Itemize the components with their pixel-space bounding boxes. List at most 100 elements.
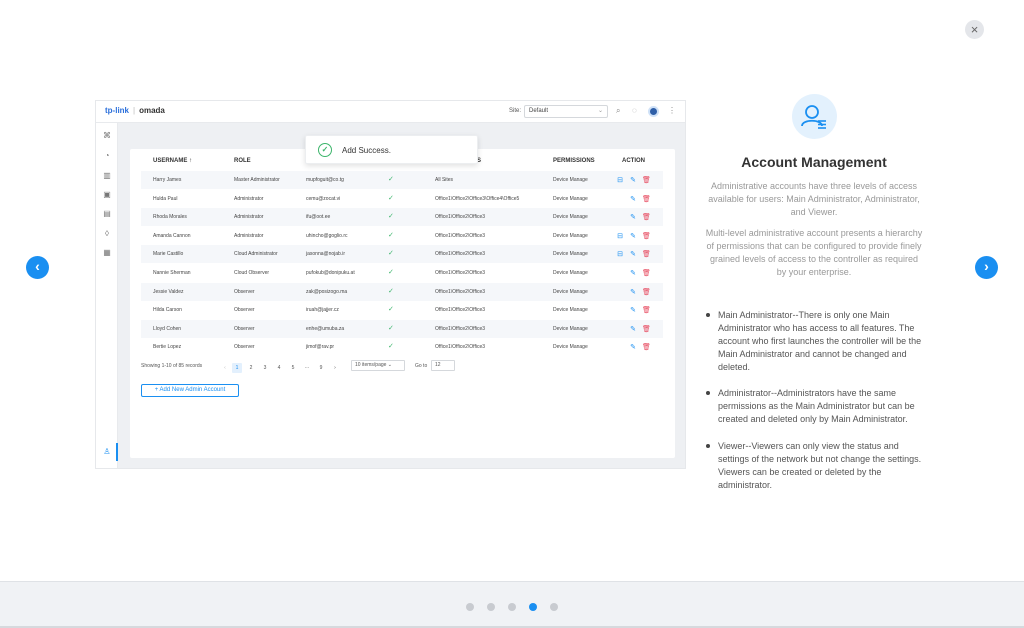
delete-icon: 🗑	[642, 270, 651, 277]
preview-site-label: Site:	[509, 108, 522, 114]
cell-sites: All Sites	[435, 177, 454, 183]
cell-permission: Device Manage	[553, 177, 588, 183]
pager-page: 9	[319, 365, 323, 371]
cell-email: jasonna@nojab.ir	[306, 251, 345, 258]
table-row: Hulda Paul Administrator cemu@zocat.vi Offi…	[141, 190, 663, 208]
edit-icon: ✎	[630, 270, 636, 277]
slide-dot-3[interactable]	[508, 603, 516, 611]
goto-input: 12	[431, 360, 455, 371]
delete-icon: 🗑	[642, 325, 651, 333]
table-row: Amanda Cannon Administrator uhincho@goglio…	[141, 227, 663, 245]
pager-ellipsis: ···	[304, 365, 310, 371]
cell-email: pufokub@donipuku.at	[306, 270, 355, 276]
table-row: Marie Castillo Cloud Administrator jasonna…	[141, 245, 663, 264]
cell-email: zak@posizogo.ma	[306, 288, 348, 295]
status-check-icon: ✓	[388, 287, 394, 295]
role-administrator: Administrator--Administrators have the s…	[705, 387, 927, 426]
table-row: Nannie Sherman Cloud Observer pufokub@doni…	[141, 264, 663, 282]
cell-email: iruah@jajjer.cz	[306, 307, 339, 314]
table-row: Lloyd Cohen Observer enhe@umuba.za Office1\…	[141, 319, 663, 338]
cell-sites: Office1\Office2\Office3	[435, 307, 486, 314]
edit-icon: ✎	[630, 344, 636, 352]
delete-icon: 🗑	[642, 214, 651, 222]
preview-topbar: tp-link | omada Site: Default ⌄ ⌕ ◌ ⋮	[96, 101, 685, 123]
log-icon: ▦	[103, 248, 111, 257]
cell-permission: Device Manage	[553, 232, 588, 239]
cell-username: Bertie Lopez	[153, 344, 182, 351]
cell-email: enhe@umuba.za	[306, 325, 345, 332]
cell-sites: Office1\Office2\Office3	[435, 214, 486, 221]
status-check-icon: ✓	[388, 194, 394, 202]
close-button[interactable]: ×	[965, 20, 984, 39]
cell-permission: Device Manage	[553, 307, 588, 314]
feature-title: Account Management	[741, 154, 887, 170]
delete-icon: 🗑	[642, 344, 651, 352]
slide-dot-5[interactable]	[550, 603, 558, 611]
add-admin-account-button: + Add New Admin Account	[141, 384, 239, 397]
edit-icon: ✎	[630, 195, 636, 203]
dashboard-icon: ⌘	[103, 131, 111, 140]
cell-permission: Device Manage	[553, 288, 588, 295]
cell-permission: Device Manage	[553, 325, 588, 332]
pager-page: 4	[277, 365, 281, 371]
previous-slide-button[interactable]: ‹	[26, 256, 49, 279]
preview-sidebar: ⌘ ◔ ▥ ▣ ▤ ◊ ▦ ♙ ⚙	[96, 123, 118, 468]
cell-username: Hilda Carson	[153, 307, 182, 314]
next-slide-button[interactable]: ›	[975, 256, 998, 279]
goto-label: Go to	[415, 363, 428, 369]
records-count: Showing 1-10 of 85 records	[141, 363, 203, 369]
cell-username: Amanda Cannon	[153, 232, 191, 239]
cell-sites: Office1\Office2\Office3	[435, 288, 486, 295]
status-check-icon: ✓	[388, 343, 394, 351]
edit-icon: ✎	[630, 232, 636, 240]
edit-icon: ✎	[630, 177, 636, 184]
slide-dot-2[interactable]	[487, 603, 495, 611]
delete-icon: 🗑	[642, 177, 651, 184]
cell-role: Administrator	[234, 195, 264, 202]
success-check-icon: ✓	[318, 143, 332, 157]
edit-icon: ✎	[630, 251, 636, 259]
pager-page: 1	[232, 363, 242, 373]
cell-role: Master Administrator	[234, 177, 280, 183]
status-check-icon: ✓	[388, 213, 394, 221]
cell-sites: Office1\Office2\Office3\Office4\Office5	[435, 195, 520, 202]
cell-role: Observer	[234, 325, 255, 332]
feature-description-secondary: Multi-level administrative account prese…	[705, 228, 923, 277]
feature-intro-modal: × ‹ › tp-link | omada Site: Default ⌄ ⌕ ◌ ⋮…	[0, 0, 1024, 581]
toast-message: Add Success.	[342, 146, 391, 155]
slide-dot-4[interactable]	[529, 603, 537, 611]
cell-email: jimof@rav.pr	[306, 344, 335, 351]
delete-icon: 🗑	[642, 251, 651, 259]
cell-username: Rhoda Morales	[153, 214, 187, 221]
cell-sites: Office1\Office2\Office3	[435, 270, 486, 276]
account-icon: ♙	[103, 447, 111, 456]
cell-username: Harry James	[153, 177, 182, 183]
status-check-icon: ✓	[388, 176, 394, 183]
cell-permission: Device Manage	[553, 214, 588, 221]
edit-icon: ✎	[630, 307, 636, 315]
cell-username: Hulda Paul	[153, 195, 178, 202]
slide-dot-1[interactable]	[466, 603, 474, 611]
cell-sites: Office1\Office2\Office3	[435, 251, 486, 258]
pager-prev-icon: ‹	[224, 365, 226, 371]
search-icon: ⌕	[616, 106, 621, 115]
delete-icon: 🗑	[642, 232, 651, 240]
cell-sites: Office1\Office2\Office3	[435, 232, 486, 239]
table-row: Harry James Master Administrator mupfoguit…	[141, 171, 663, 189]
feature-preview-image: tp-link | omada Site: Default ⌄ ⌕ ◌ ⋮ ⌘ ◔ ▥…	[95, 100, 686, 469]
table-row: Jessie Valdez Observer zak@posizogo.ma Offi…	[141, 282, 663, 301]
cell-permission: Device Manage	[553, 270, 588, 276]
cell-email: mupfoguit@co.tg	[306, 177, 344, 183]
cell-role: Observer	[234, 288, 255, 295]
cell-role: Cloud Administrator	[234, 251, 278, 258]
pager-next-icon: ›	[334, 365, 336, 371]
statistics-icon: ◔	[104, 151, 110, 160]
preview-site-select: Default ⌄	[524, 105, 608, 118]
site-access-icon: ⊟	[617, 177, 623, 184]
cell-email: ifu@oot.ee	[306, 214, 331, 221]
cell-username: Nannie Sherman	[153, 270, 191, 276]
map-icon: ▥	[103, 171, 111, 180]
cell-email: cemu@zocat.vi	[306, 195, 341, 202]
edit-icon: ✎	[630, 214, 636, 222]
status-check-icon: ✓	[388, 306, 394, 314]
